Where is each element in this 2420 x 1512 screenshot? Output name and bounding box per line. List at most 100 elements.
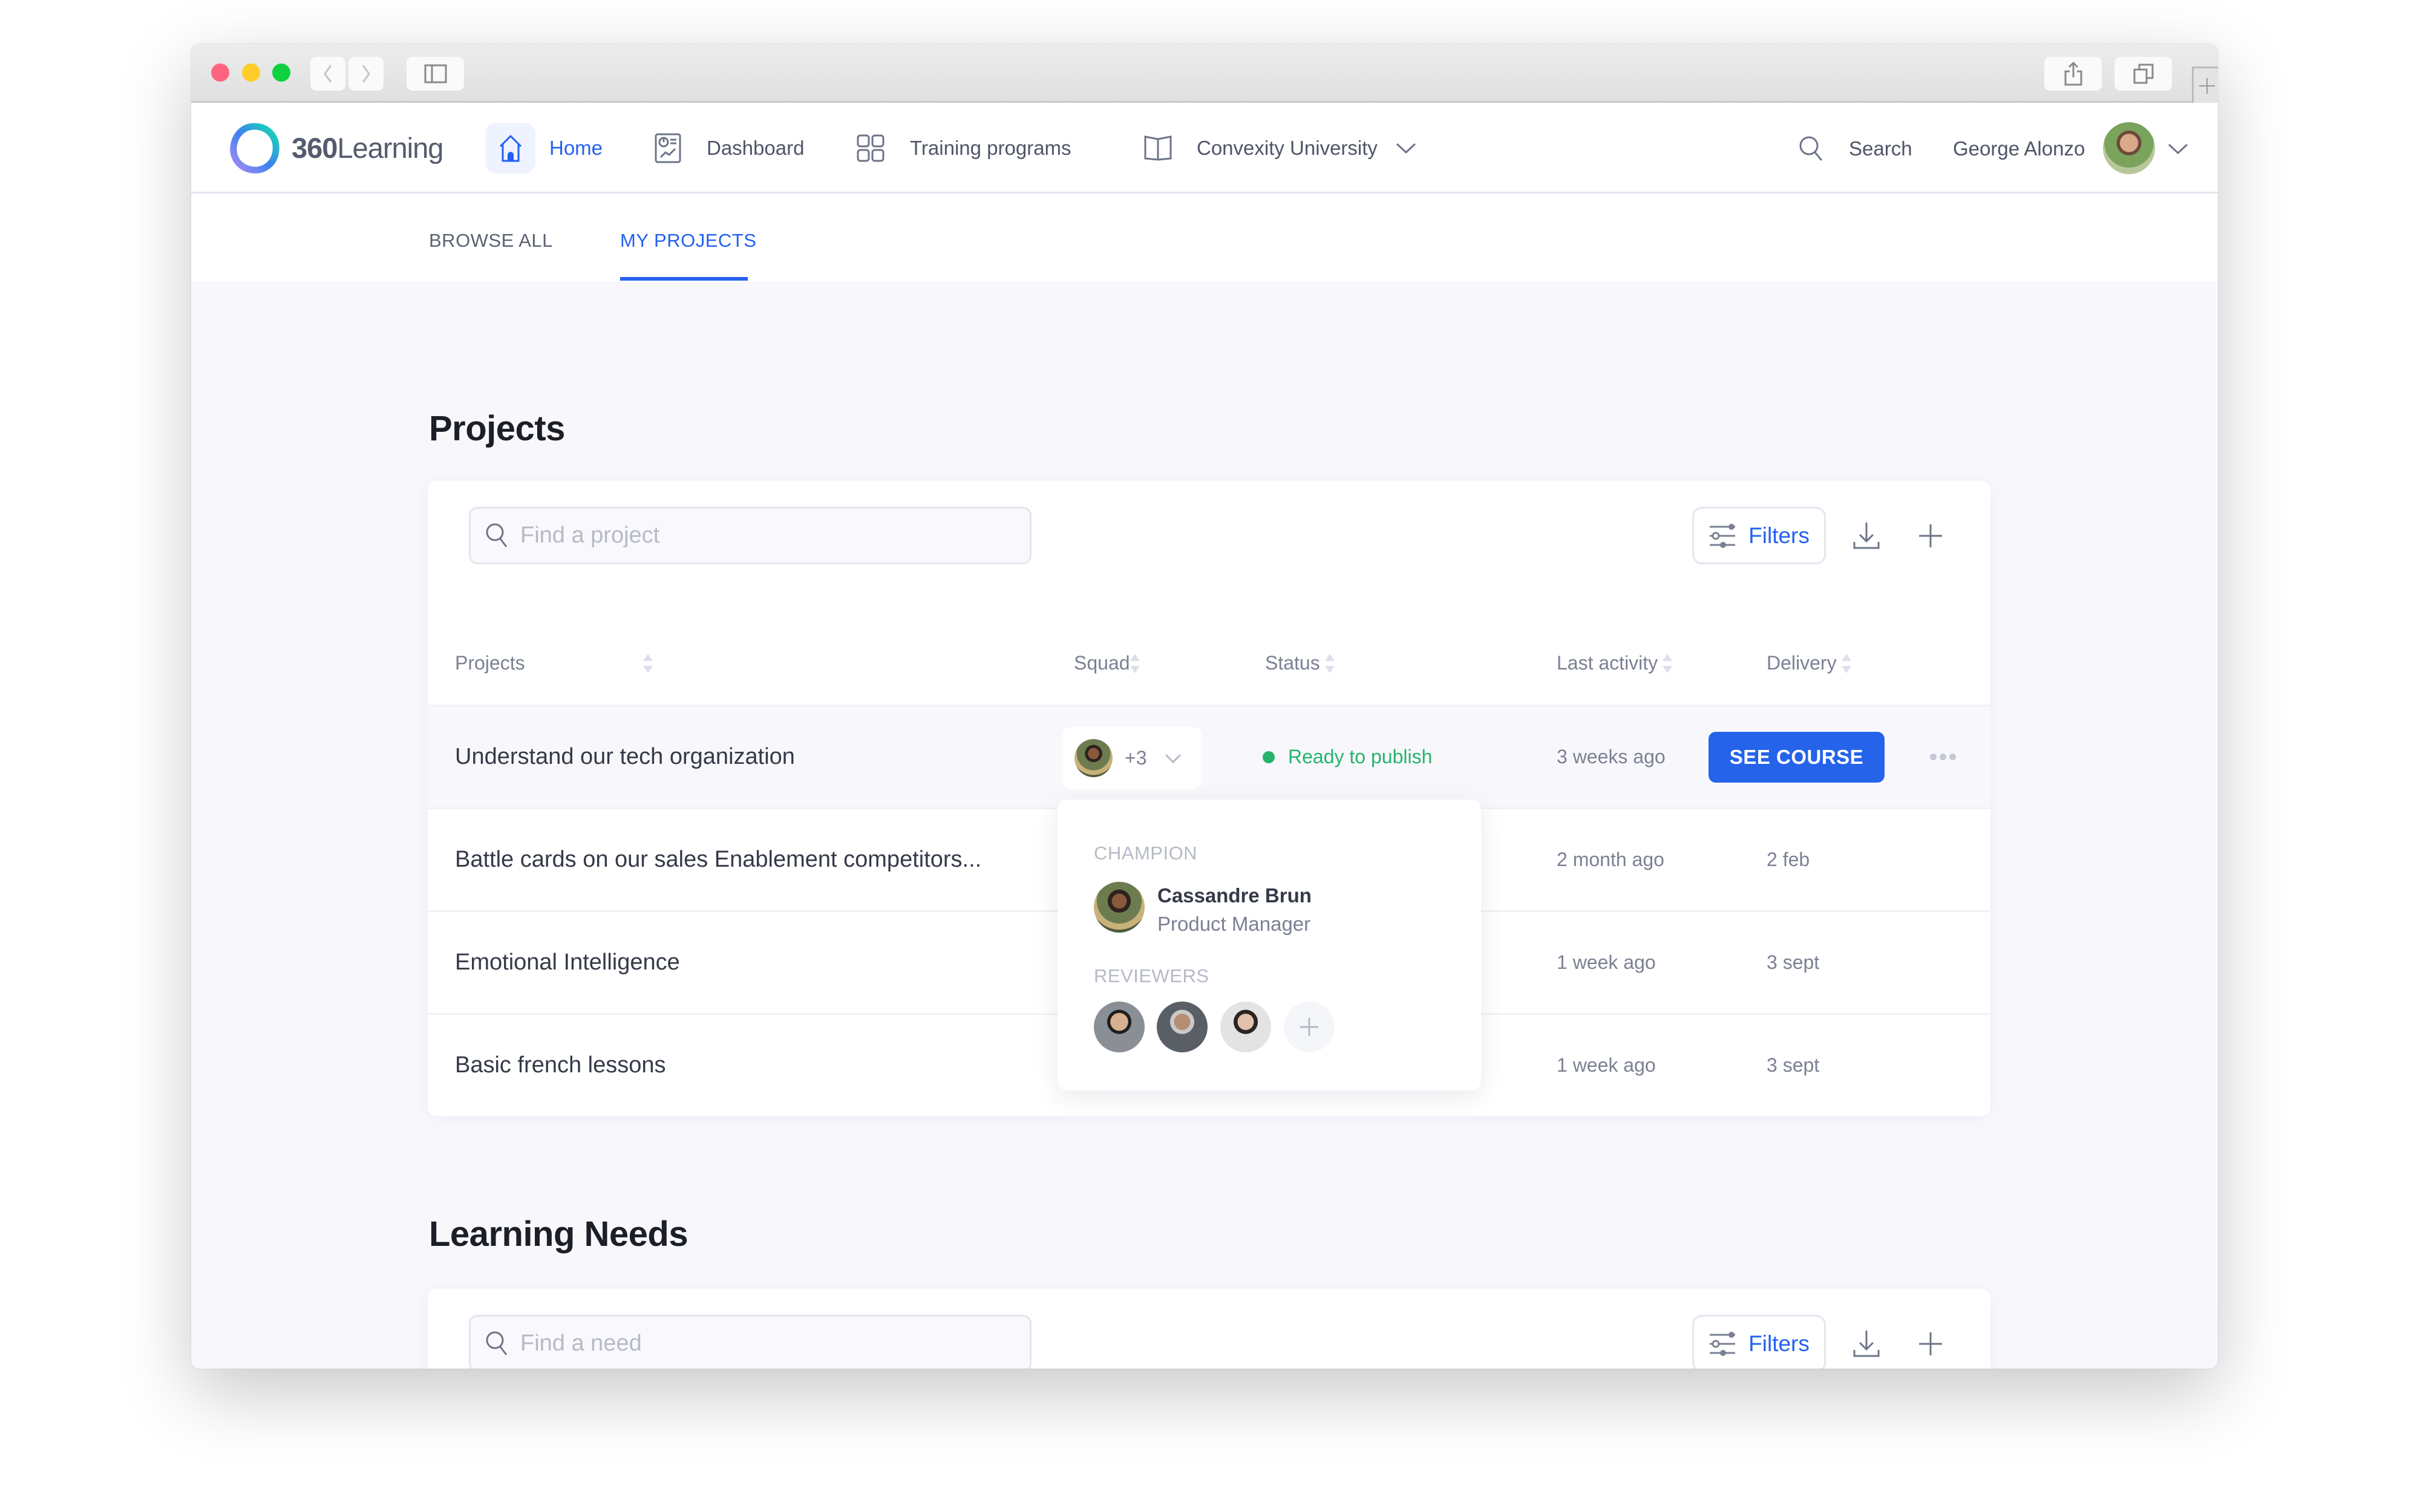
needs-download-button[interactable] [1845, 1323, 1888, 1365]
last-activity: 3 weeks ago [1557, 746, 1666, 767]
nav-convexity-university[interactable]: Convexity University [1143, 123, 1416, 174]
chevron-down-icon [1165, 754, 1182, 763]
needs-filters-button[interactable]: Filters [1692, 1315, 1826, 1369]
nav-dashboard-label: Dashboard [707, 137, 805, 159]
user-name[interactable]: George Alonzo [1953, 137, 2085, 160]
column-header-projects[interactable]: Projects [455, 622, 653, 705]
add-reviewer-button[interactable] [1284, 1002, 1335, 1052]
reviewers-label: REVIEWERS [1094, 965, 1209, 986]
project-name[interactable]: Understand our tech organization [455, 744, 795, 770]
learning-needs-title: Learning Needs [429, 1214, 688, 1254]
last-activity: 1 week ago [1557, 1054, 1656, 1076]
logo-icon[interactable] [229, 123, 280, 174]
column-header-delivery[interactable]: Delivery [1767, 622, 1851, 705]
search-icon [486, 1331, 508, 1355]
projects-download-button[interactable] [1845, 515, 1888, 557]
back-button[interactable] [310, 57, 345, 91]
nav-training-programs-label: Training programs [910, 137, 1071, 159]
project-name[interactable]: Battle cards on our sales Enablement com… [455, 847, 981, 873]
sort-icon [1841, 651, 1851, 676]
nav-training-programs[interactable]: Training programs [857, 123, 1071, 174]
table-row[interactable]: Understand our tech organization +3 Read… [428, 705, 1990, 807]
squad-avatar [1074, 739, 1113, 777]
sidebar-icon [424, 64, 446, 83]
column-header-last-activity[interactable]: Last activity [1557, 622, 1673, 705]
last-activity: 1 week ago [1557, 951, 1656, 973]
search-icon[interactable] [1799, 135, 1824, 162]
project-search[interactable] [469, 507, 1032, 564]
user-menu-chevron-icon[interactable] [2168, 143, 2188, 155]
active-tab-indicator [620, 277, 748, 281]
plus-icon [2199, 77, 2215, 94]
delivery-date: 3 sept [1767, 1054, 1820, 1076]
champion-avatar [1094, 882, 1145, 933]
browser-titlebar [191, 44, 2218, 103]
project-search-input[interactable] [520, 523, 956, 549]
sidebar-toggle-button[interactable] [407, 57, 464, 91]
delivery-date: 3 sept [1767, 951, 1820, 973]
filters-icon [1710, 523, 1736, 548]
new-tab-button[interactable] [2192, 67, 2218, 103]
minimize-window-button[interactable] [242, 64, 260, 82]
squad-extra-count: +3 [1125, 747, 1147, 769]
chevron-right-icon [362, 65, 370, 83]
logo-text-bold: 360 [292, 132, 338, 164]
plus-icon [1919, 524, 1942, 547]
book-icon [1144, 135, 1172, 161]
nav-dashboard[interactable]: Dashboard [655, 123, 804, 174]
needs-add-button[interactable] [1909, 1323, 1952, 1365]
more-options-icon[interactable] [1930, 754, 1956, 760]
chevron-down-icon [1396, 143, 1416, 154]
reviewer-avatar[interactable] [1220, 1002, 1271, 1052]
search-icon [486, 523, 508, 547]
tab-browse-all[interactable]: BROWSE ALL [429, 230, 553, 252]
see-course-button[interactable]: SEE COURSE [1709, 731, 1885, 783]
champion-label: CHAMPION [1094, 842, 1198, 864]
home-icon [499, 134, 522, 162]
tabs-icon [2133, 64, 2153, 84]
user-avatar[interactable] [2103, 122, 2155, 174]
download-icon [1853, 1331, 1880, 1357]
tab-my-projects[interactable]: MY PROJECTS [620, 230, 756, 252]
need-search[interactable] [469, 1315, 1032, 1369]
plus-icon [1919, 1332, 1942, 1355]
column-header-last-activity-label: Last activity [1557, 652, 1658, 674]
sort-icon [1663, 651, 1673, 676]
home-icon-pill[interactable] [485, 123, 535, 174]
chevron-left-icon [324, 65, 332, 83]
needs-filters-label: Filters [1748, 1331, 1810, 1356]
grid-icon [857, 134, 885, 162]
show-tabs-button[interactable] [2114, 57, 2172, 91]
project-name[interactable]: Emotional Intelligence [455, 950, 680, 976]
close-window-button[interactable] [211, 64, 229, 82]
need-search-input[interactable] [520, 1331, 956, 1357]
projects-title: Projects [429, 409, 565, 448]
logo-text: 360Learning [292, 131, 443, 165]
squad-dropdown[interactable]: +3 [1062, 727, 1202, 789]
download-icon [1853, 523, 1880, 549]
sort-icon [1130, 651, 1140, 676]
nav-convexity-university-label: Convexity University [1197, 137, 1378, 159]
learning-needs-card: Filters [428, 1289, 1990, 1369]
zoom-window-button[interactable] [272, 64, 290, 82]
plus-icon [1300, 1018, 1318, 1036]
projects-filters-button[interactable]: Filters [1692, 507, 1826, 564]
project-name[interactable]: Basic french lessons [455, 1052, 666, 1078]
nav-home[interactable]: Home [549, 123, 603, 174]
column-header-status[interactable]: Status [1265, 622, 1335, 705]
status-label: Ready to publish [1288, 746, 1433, 767]
forward-button[interactable] [348, 57, 384, 91]
projects-add-button[interactable] [1909, 515, 1952, 557]
share-button[interactable] [2044, 57, 2102, 91]
column-header-squad[interactable]: Squad [1074, 622, 1140, 705]
status-dot [1263, 751, 1275, 763]
filters-icon [1710, 1331, 1736, 1356]
projects-filters-label: Filters [1748, 523, 1810, 548]
sort-icon [643, 651, 653, 676]
browser-window: 360Learning Home Dashboard Training prog… [191, 44, 2218, 1369]
search-link[interactable]: Search [1849, 137, 1912, 160]
reviewer-avatar[interactable] [1094, 1002, 1145, 1052]
column-header-projects-label: Projects [455, 652, 525, 674]
reviewer-avatar[interactable] [1157, 1002, 1208, 1052]
column-header-status-label: Status [1265, 652, 1320, 674]
